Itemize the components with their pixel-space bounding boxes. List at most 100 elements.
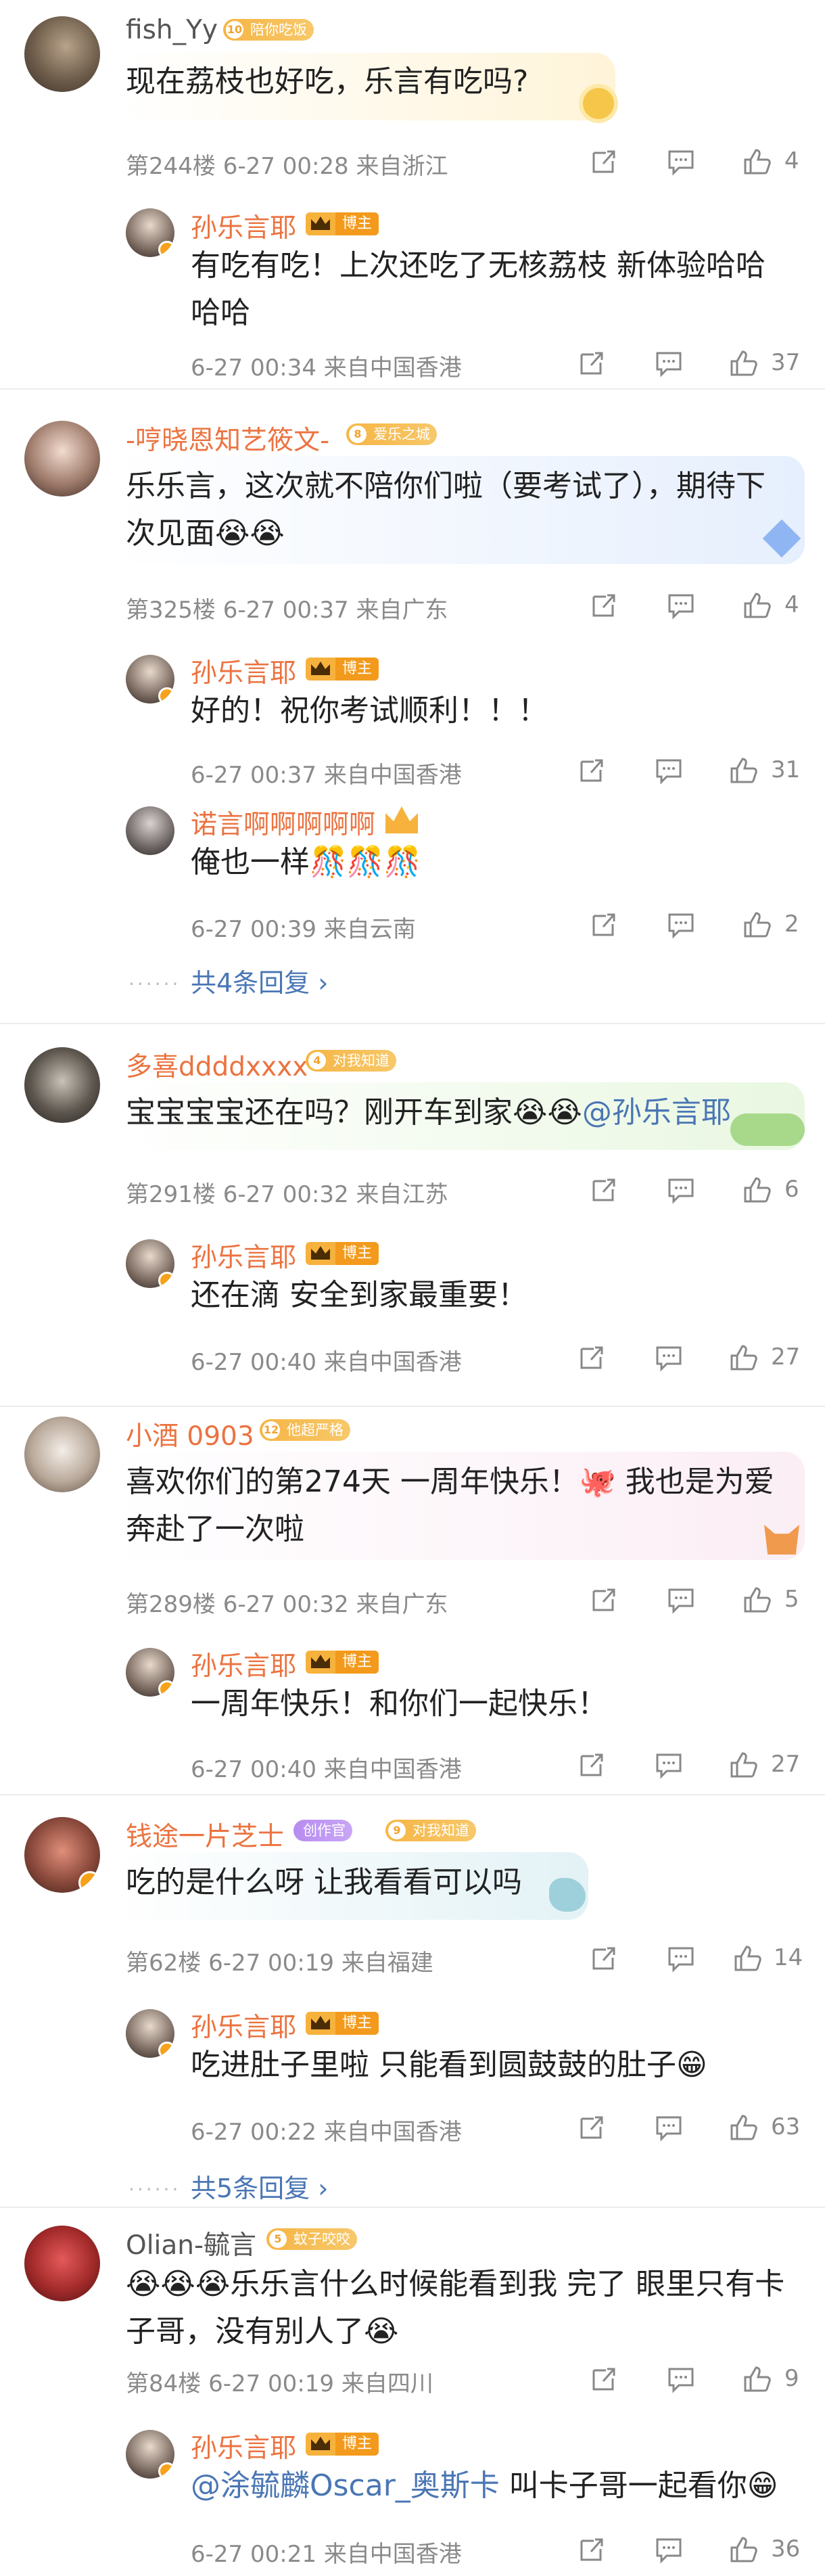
share-icon[interactable] [588, 2364, 619, 2395]
comment-icon[interactable] [665, 909, 697, 940]
avatar[interactable] [24, 16, 100, 92]
avatar[interactable] [126, 2009, 174, 2058]
share-icon[interactable] [576, 1342, 607, 1373]
fan-level-badge: 8 爱乐之城 [346, 423, 437, 445]
avatar[interactable] [126, 1239, 174, 1288]
like-icon[interactable] [728, 2112, 759, 2143]
like-count: 36 [771, 2535, 801, 2562]
share-icon[interactable] [576, 755, 607, 786]
share-icon[interactable] [576, 348, 607, 379]
comment-icon[interactable] [665, 146, 697, 177]
reply-meta: 6-27 00:21 来自中国香港 [191, 2541, 462, 2568]
avatar[interactable] [126, 2430, 174, 2479]
reply-text: 一周年快乐！和你们一起快乐！ [191, 1686, 607, 1721]
comment-icon[interactable] [665, 590, 697, 621]
share-icon[interactable] [588, 146, 619, 177]
comment-text: 吃的是什么呀 让我看看可以吗 [126, 1865, 522, 1900]
comment-icon[interactable] [653, 2112, 684, 2143]
avatar[interactable] [126, 208, 174, 257]
comment-icon[interactable] [653, 348, 684, 379]
share-icon[interactable] [588, 1943, 619, 1974]
reply-author[interactable]: 孙乐言耶 [191, 1237, 296, 1274]
comment-icon[interactable] [653, 1749, 684, 1780]
comment-text: 宝宝宝宝还在吗？刚开车到家😭😭@孙乐言耶 [126, 1095, 731, 1130]
comment-icon[interactable] [653, 2534, 684, 2565]
more-replies-link[interactable]: 共4条回复 › [191, 962, 328, 999]
more-replies-link[interactable]: 共5条回复 › [191, 2167, 328, 2205]
comment-author[interactable]: fish_Yy [126, 15, 218, 45]
more-dots: ...... [128, 967, 181, 990]
avatar[interactable] [126, 806, 174, 855]
fan-level-badge: 10 陪你吃饭 [223, 19, 314, 41]
more-dots: ...... [128, 2173, 181, 2195]
reply-author[interactable]: 孙乐言耶 [191, 207, 296, 245]
share-icon[interactable] [588, 1584, 619, 1615]
like-icon[interactable] [728, 1342, 759, 1373]
comment-author[interactable]: 钱途一片芝士 [126, 1816, 284, 1854]
like-icon[interactable] [741, 590, 772, 621]
reply-author[interactable]: 孙乐言耶 [191, 2427, 296, 2465]
comment-meta: 第289楼 6-27 00:32 来自广东 [126, 1591, 448, 1618]
avatar[interactable] [24, 1047, 100, 1123]
comment-icon[interactable] [665, 2364, 697, 2395]
comment-icon[interactable] [665, 1174, 697, 1205]
reply-meta: 6-27 00:22 来自中国香港 [191, 2119, 462, 2146]
fan-level-badge: 12 他超严格 [260, 1419, 350, 1441]
reply-author[interactable]: 孙乐言耶 [191, 652, 296, 690]
comment-author[interactable]: 小酒 0903 [126, 1415, 254, 1453]
mention-link[interactable]: @孙乐言耶 [582, 1095, 731, 1130]
comment-icon[interactable] [653, 755, 684, 786]
share-icon[interactable] [588, 1174, 619, 1205]
reply-meta: 6-27 00:40 来自中国香港 [191, 1349, 462, 1376]
like-icon[interactable] [741, 1174, 772, 1205]
like-icon[interactable] [741, 1584, 772, 1615]
comment-thread: 钱途一片芝士 创作官 9 对我知道 吃的是什么呀 让我看看可以吗 第62楼 6-2… [0, 1797, 825, 2203]
comment-icon[interactable] [665, 1584, 697, 1615]
divider [0, 1794, 825, 1795]
avatar[interactable] [126, 655, 174, 704]
avatar[interactable] [24, 2226, 100, 2301]
comment-author[interactable]: 多喜ddddxxxx [126, 1046, 308, 1084]
share-icon[interactable] [588, 909, 619, 940]
comment-author[interactable]: Olian-毓言 [126, 2224, 256, 2262]
share-icon[interactable] [588, 590, 619, 621]
comment-text: 现在荔枝也好吃，乐言有吃吗? [126, 64, 529, 99]
comment-thread: -哼晓恩知艺筱文- 8 爱乐之城 乐乐言，这次就不陪你们啦（要考试了），期待下次见… [0, 391, 825, 1027]
comment-meta: 第62楼 6-27 00:19 来自福建 [126, 1950, 433, 1977]
reply-author[interactable]: 孙乐言耶 [191, 2006, 296, 2044]
avatar[interactable] [24, 421, 100, 497]
avatar[interactable] [24, 1817, 100, 1893]
reply-text: 还在滴 安全到家最重要！ [191, 1278, 527, 1312]
host-badge: 博主 [306, 1651, 379, 1674]
comment-thread: 多喜ddddxxxx 4 对我知道 宝宝宝宝还在吗？刚开车到家😭😭@孙乐言耶 第2… [0, 1026, 825, 1411]
reply-author[interactable]: 孙乐言耶 [191, 1645, 296, 1683]
like-icon[interactable] [728, 348, 759, 379]
comment-meta: 第325楼 6-27 00:37 来自广东 [126, 597, 448, 624]
comment-meta: 第291楼 6-27 00:32 来自江苏 [126, 1181, 448, 1208]
divider [0, 388, 825, 390]
like-icon[interactable] [741, 2364, 772, 2395]
mention-link[interactable]: @涂毓麟Oscar_奥斯卡 [191, 2468, 500, 2503]
like-count: 27 [771, 1751, 801, 1778]
reply-text: 吃进肚子里啦 只能看到圆鼓鼓的肚子😁 [191, 2048, 707, 2082]
share-icon[interactable] [576, 2112, 607, 2143]
avatar[interactable] [24, 1417, 100, 1492]
avatar[interactable] [126, 1648, 174, 1697]
like-icon[interactable] [728, 2534, 759, 2565]
comment-author[interactable]: -哼晓恩知艺筱文- [126, 419, 329, 457]
comment-text: 乐乐言，这次就不陪你们啦（要考试了），期待下次见面😭😭 [126, 469, 765, 551]
like-icon[interactable] [741, 909, 772, 940]
reply-author[interactable]: 诺言啊啊啊啊啊 [191, 804, 375, 842]
like-count: 9 [784, 2365, 799, 2392]
like-count: 27 [771, 1343, 801, 1371]
share-icon[interactable] [576, 1749, 607, 1780]
share-icon[interactable] [576, 2534, 607, 2565]
like-icon[interactable] [732, 1943, 763, 1974]
like-count: 5 [784, 1586, 799, 1613]
comment-icon[interactable] [665, 1943, 697, 1974]
comment-meta: 第244楼 6-27 00:28 来自浙江 [126, 153, 448, 180]
like-icon[interactable] [728, 755, 759, 786]
like-icon[interactable] [728, 1749, 759, 1780]
like-icon[interactable] [741, 146, 772, 177]
comment-icon[interactable] [653, 1342, 684, 1373]
